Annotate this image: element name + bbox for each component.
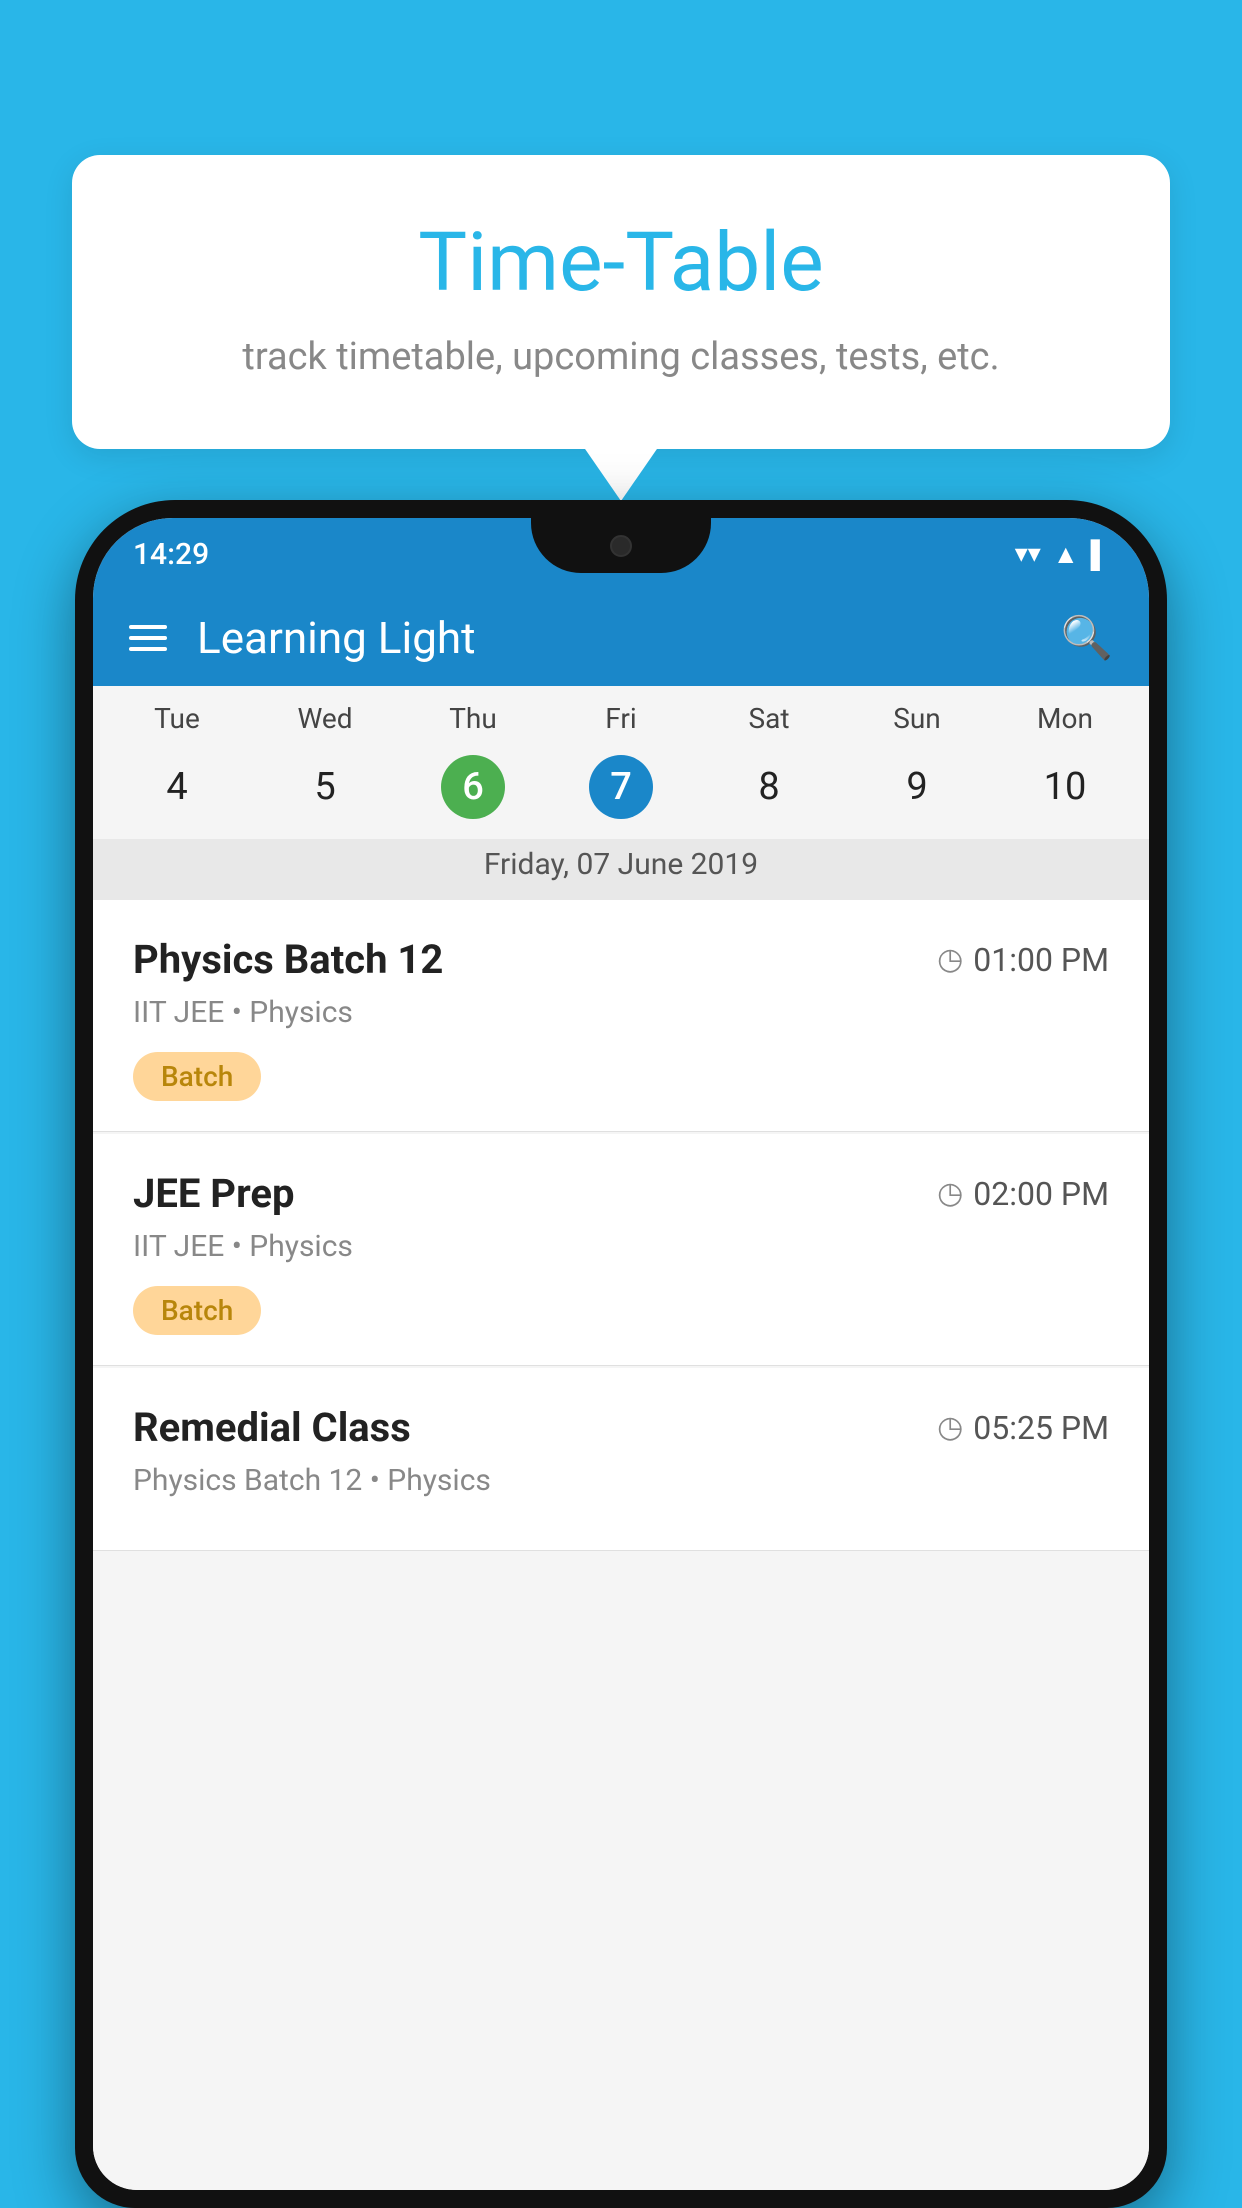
date-cell-5[interactable]: 5 <box>251 751 399 823</box>
date-10: 10 <box>1033 755 1097 819</box>
item-2-title: JEE Prep <box>133 1170 294 1217</box>
date-cell-6[interactable]: 6 <box>399 751 547 823</box>
camera <box>610 535 632 557</box>
item-3-time: ◷ 05:25 PM <box>937 1409 1109 1447</box>
item-1-title: Physics Batch 12 <box>133 936 443 983</box>
date-cell-9[interactable]: 9 <box>843 751 991 823</box>
search-icon[interactable]: 🔍 <box>1061 614 1113 663</box>
schedule-item-1[interactable]: Physics Batch 12 ◷ 01:00 PM IIT JEE • Ph… <box>93 900 1149 1132</box>
date-6-today: 6 <box>441 755 505 819</box>
menu-icon[interactable] <box>129 625 167 651</box>
status-time: 14:29 <box>133 537 209 572</box>
item-2-time: ◷ 02:00 PM <box>937 1175 1109 1213</box>
date-8: 8 <box>737 755 801 819</box>
date-4: 4 <box>145 755 209 819</box>
wifi-icon: ▾▾ <box>1015 539 1041 569</box>
schedule-item-2[interactable]: JEE Prep ◷ 02:00 PM IIT JEE • Physics Ba… <box>93 1134 1149 1366</box>
item-2-time-value: 02:00 PM <box>973 1175 1109 1213</box>
app-header: Learning Light 🔍 <box>93 590 1149 686</box>
date-cell-8[interactable]: 8 <box>695 751 843 823</box>
speech-bubble: Time-Table track timetable, upcoming cla… <box>72 155 1170 449</box>
item-1-time: ◷ 01:00 PM <box>937 941 1109 979</box>
day-wed: Wed <box>251 702 399 735</box>
clock-icon-3: ◷ <box>937 1410 963 1445</box>
day-thu: Thu <box>399 702 547 735</box>
item-3-header: Remedial Class ◷ 05:25 PM <box>133 1404 1109 1451</box>
calendar-dates-row: 4 5 6 7 8 9 10 <box>93 743 1149 839</box>
day-sat: Sat <box>695 702 843 735</box>
date-cell-7[interactable]: 7 <box>547 751 695 823</box>
item-1-time-value: 01:00 PM <box>973 941 1109 979</box>
signal-icon: ▲ <box>1053 539 1079 570</box>
date-cell-4[interactable]: 4 <box>103 751 251 823</box>
item-1-subtitle: IIT JEE • Physics <box>133 995 1109 1030</box>
date-7-selected: 7 <box>589 755 653 819</box>
item-3-title: Remedial Class <box>133 1404 411 1451</box>
schedule-item-3[interactable]: Remedial Class ◷ 05:25 PM Physics Batch … <box>93 1368 1149 1551</box>
clock-icon-2: ◷ <box>937 1176 963 1211</box>
day-sun: Sun <box>843 702 991 735</box>
date-5: 5 <box>293 755 357 819</box>
item-1-header: Physics Batch 12 ◷ 01:00 PM <box>133 936 1109 983</box>
notch <box>531 518 711 573</box>
bubble-subtitle: track timetable, upcoming classes, tests… <box>142 335 1100 379</box>
item-1-batch-tag: Batch <box>133 1052 261 1101</box>
bubble-title: Time-Table <box>142 215 1100 311</box>
day-fri: Fri <box>547 702 695 735</box>
phone-screen: 14:29 ▾▾ ▲ ▌ Learning Light 🔍 Tue Wed <box>93 518 1149 2190</box>
day-mon: Mon <box>991 702 1139 735</box>
status-icons: ▾▾ ▲ ▌ <box>1015 539 1109 570</box>
status-bar: 14:29 ▾▾ ▲ ▌ <box>93 518 1149 590</box>
item-2-header: JEE Prep ◷ 02:00 PM <box>133 1170 1109 1217</box>
day-tue: Tue <box>103 702 251 735</box>
calendar-days-header: Tue Wed Thu Fri Sat Sun Mon <box>93 686 1149 743</box>
battery-icon: ▌ <box>1091 539 1109 570</box>
item-2-batch-tag: Batch <box>133 1286 261 1335</box>
date-cell-10[interactable]: 10 <box>991 751 1139 823</box>
item-2-subtitle: IIT JEE • Physics <box>133 1229 1109 1264</box>
item-3-time-value: 05:25 PM <box>973 1409 1109 1447</box>
clock-icon-1: ◷ <box>937 942 963 977</box>
date-9: 9 <box>885 755 949 819</box>
app-title: Learning Light <box>197 612 1061 664</box>
item-3-subtitle: Physics Batch 12 • Physics <box>133 1463 1109 1498</box>
selected-date-label: Friday, 07 June 2019 <box>93 839 1149 900</box>
schedule-list: Physics Batch 12 ◷ 01:00 PM IIT JEE • Ph… <box>93 900 1149 2190</box>
phone-frame: 14:29 ▾▾ ▲ ▌ Learning Light 🔍 Tue Wed <box>75 500 1167 2208</box>
